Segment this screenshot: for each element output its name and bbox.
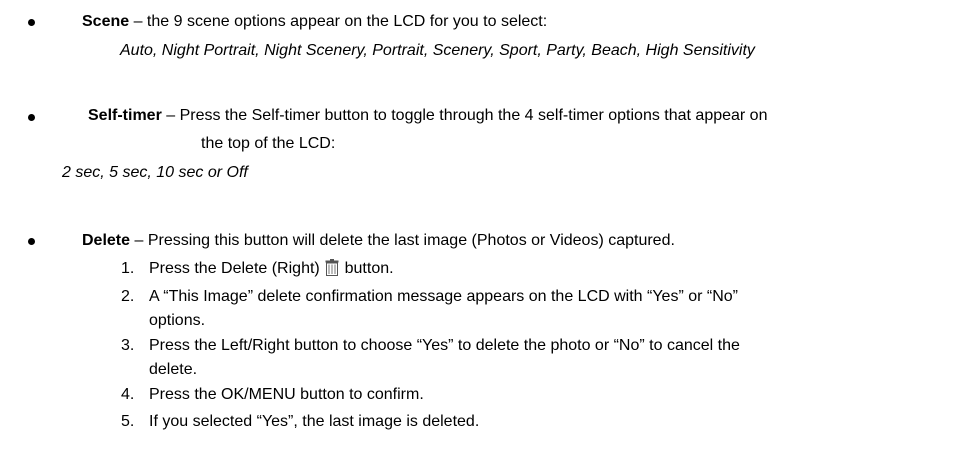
delete-step-2: 2. [121, 287, 134, 307]
delete-step-3-text: Press the Left/Right button to choose “Y… [149, 336, 740, 356]
scene-description: – the 9 scene options appear on the LCD … [129, 13, 548, 30]
step-number: 2. [121, 288, 135, 305]
step-number: 4. [121, 386, 135, 403]
delete-step-2-text-cont: options. [149, 311, 205, 331]
step-number: 1. [121, 260, 135, 277]
step-text: Press the Left/Right button to choose “Y… [149, 337, 740, 354]
scene-term: Scene [82, 13, 130, 30]
delete-term: Delete [82, 232, 131, 249]
bullet-scene [28, 19, 35, 26]
delete-description: – Pressing this button will delete the l… [130, 232, 675, 249]
delete-step-4: 4. [121, 385, 134, 405]
delete-item: Delete – Pressing this button will delet… [82, 231, 675, 251]
step-text: options. [149, 312, 206, 329]
delete-step-2-text: A “This Image” delete confirmation messa… [149, 287, 738, 307]
delete-step-1: 1. [121, 259, 134, 279]
delete-step-4-text: Press the OK/MENU button to confirm. [149, 385, 424, 405]
step-number: 3. [121, 337, 135, 354]
self-timer-options-text: 2 sec, 5 sec, 10 sec or Off [62, 164, 248, 181]
bullet-delete [28, 238, 35, 245]
self-timer-term: Self-timer [88, 107, 162, 124]
self-timer-description: – Press the Self-timer button to toggle … [161, 107, 768, 124]
step-text: Press the Delete (Right) [149, 260, 325, 277]
step-text: delete. [149, 361, 198, 378]
scene-item: Scene – the 9 scene options appear on th… [82, 12, 547, 32]
delete-step-5-text: If you selected “Yes”, the last image is… [149, 412, 479, 432]
self-timer-description-cont: the top of the LCD: [201, 134, 335, 154]
step-number: 5. [121, 413, 135, 430]
bullet-self-timer [28, 114, 35, 121]
step-text: A “This Image” delete confirmation messa… [149, 288, 739, 305]
step-text-end: button. [340, 260, 394, 277]
delete-step-5: 5. [121, 412, 134, 432]
scene-options-text: Auto, Night Portrait, Night Scenery, Por… [120, 42, 755, 59]
self-timer-description-line2: the top of the LCD: [201, 135, 336, 152]
step-text: Press the OK/MENU button to confirm. [149, 386, 424, 403]
delete-step-3-text-cont: delete. [149, 360, 197, 380]
delete-step-3: 3. [121, 336, 134, 356]
scene-options: Auto, Night Portrait, Night Scenery, Por… [120, 41, 755, 61]
self-timer-item: Self-timer – Press the Self-timer button… [88, 106, 767, 126]
self-timer-options: 2 sec, 5 sec, 10 sec or Off [62, 163, 248, 183]
trash-icon [325, 259, 339, 282]
step-text: If you selected “Yes”, the last image is… [149, 413, 480, 430]
delete-step-1-text: Press the Delete (Right) button. [149, 259, 394, 282]
